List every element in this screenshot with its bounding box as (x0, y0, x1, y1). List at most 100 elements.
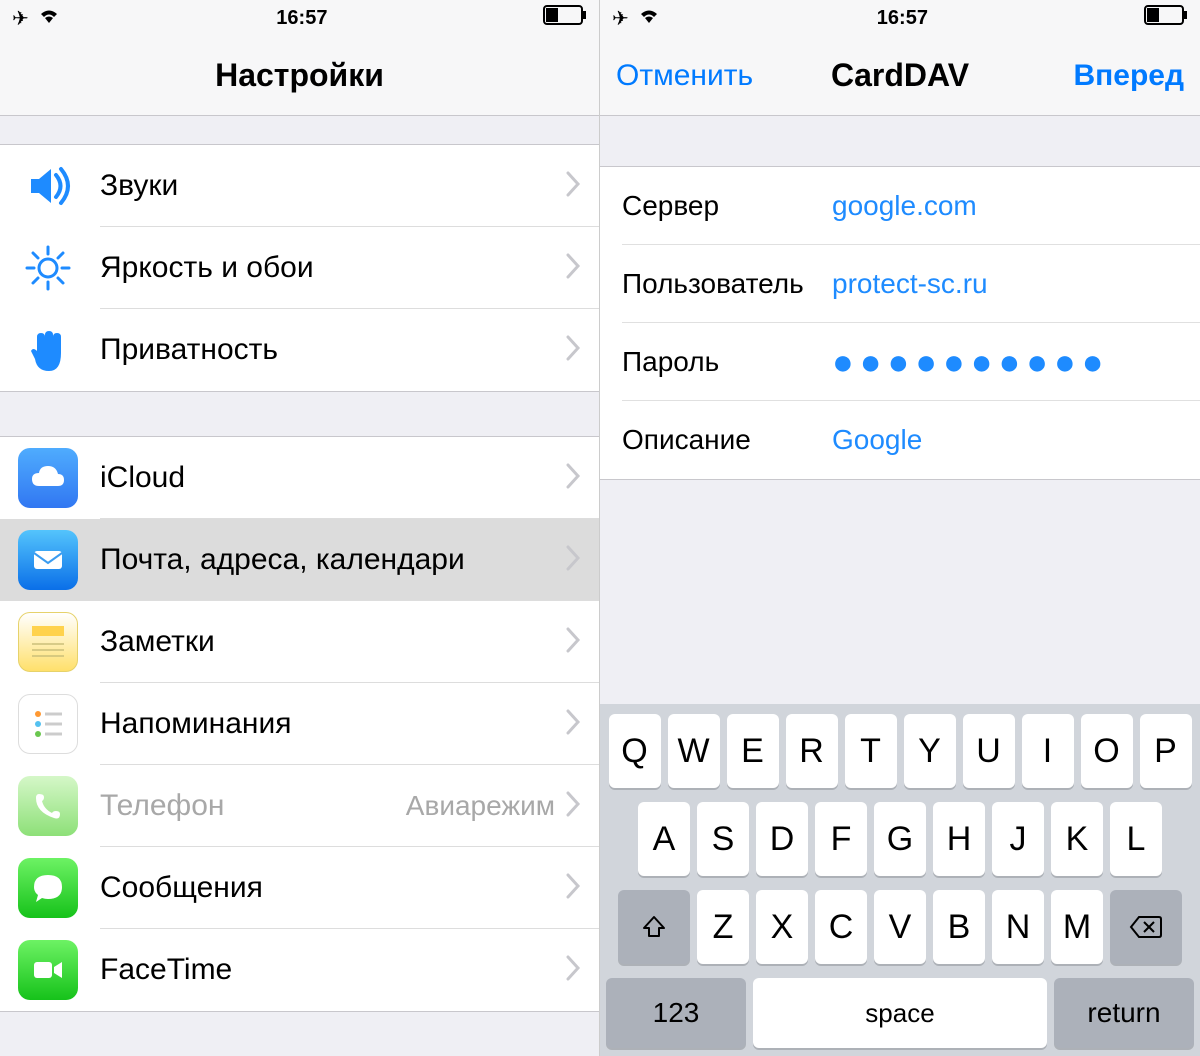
key-a[interactable]: A (638, 802, 690, 876)
key-p[interactable]: P (1140, 714, 1192, 788)
key-u[interactable]: U (963, 714, 1015, 788)
key-l[interactable]: L (1110, 802, 1162, 876)
airplane-icon: ✈ (612, 6, 629, 31)
row-phone[interactable]: Телефон Авиарежим (0, 765, 599, 847)
row-label: Заметки (100, 625, 565, 659)
key-j[interactable]: J (992, 802, 1044, 876)
wifi-icon (637, 6, 661, 30)
chevron-right-icon (565, 335, 581, 366)
facetime-icon (18, 940, 78, 1000)
key-t[interactable]: T (845, 714, 897, 788)
shift-icon (640, 913, 668, 941)
row-label: Телефон (100, 789, 406, 823)
notes-icon (18, 612, 78, 672)
carddav-form: Сервер google.com Пользователь protect-s… (600, 166, 1200, 480)
nav-title: Настройки (215, 57, 384, 94)
key-d[interactable]: D (756, 802, 808, 876)
chevron-right-icon (565, 171, 581, 202)
phone-icon (18, 776, 78, 836)
description-field[interactable]: Описание Google (600, 401, 1200, 479)
nav-bar: Настройки (0, 36, 599, 116)
keyboard-row-2: A S D F G H J K L (606, 802, 1194, 876)
settings-group-1: Звуки Яркость и обои Приватность (0, 144, 599, 392)
key-s[interactable]: S (697, 802, 749, 876)
settings-group-2: iCloud Почта, адреса, календари Заметки (0, 436, 599, 1012)
keyboard: Q W E R T Y U I O P A S D F G H J K L (600, 704, 1200, 1056)
hand-icon (18, 320, 78, 380)
battery-icon (543, 5, 587, 31)
chevron-right-icon (565, 253, 581, 284)
password-field[interactable]: Пароль ●●●●●●●●●● (600, 323, 1200, 401)
row-label: FaceTime (100, 953, 565, 987)
key-h[interactable]: H (933, 802, 985, 876)
key-m[interactable]: M (1051, 890, 1103, 964)
messages-icon (18, 858, 78, 918)
row-label: Звуки (100, 169, 565, 203)
row-reminders[interactable]: Напоминания (0, 683, 599, 765)
key-space[interactable]: space (753, 978, 1047, 1048)
key-q[interactable]: Q (609, 714, 661, 788)
row-sounds[interactable]: Звуки (0, 145, 599, 227)
row-label: Напоминания (100, 707, 565, 741)
reminders-icon (18, 694, 78, 754)
row-brightness[interactable]: Яркость и обои (0, 227, 599, 309)
airplane-icon: ✈ (12, 6, 29, 31)
row-icloud[interactable]: iCloud (0, 437, 599, 519)
key-v[interactable]: V (874, 890, 926, 964)
field-value: ●●●●●●●●●● (832, 344, 1109, 380)
key-b[interactable]: B (933, 890, 985, 964)
battery-icon (1144, 5, 1188, 31)
chevron-right-icon (565, 545, 581, 576)
chevron-right-icon (565, 463, 581, 494)
row-facetime[interactable]: FaceTime (0, 929, 599, 1011)
status-time: 16:57 (276, 7, 327, 30)
key-r[interactable]: R (786, 714, 838, 788)
mail-icon (18, 530, 78, 590)
field-label: Пользователь (622, 268, 832, 300)
row-notes[interactable]: Заметки (0, 601, 599, 683)
key-z[interactable]: Z (697, 890, 749, 964)
key-123[interactable]: 123 (606, 978, 746, 1048)
row-messages[interactable]: Сообщения (0, 847, 599, 929)
key-w[interactable]: W (668, 714, 720, 788)
field-label: Сервер (622, 190, 832, 222)
row-privacy[interactable]: Приватность (0, 309, 599, 391)
chevron-right-icon (565, 791, 581, 822)
server-field[interactable]: Сервер google.com (600, 167, 1200, 245)
key-i[interactable]: I (1022, 714, 1074, 788)
phone-settings: ✈ 16:57 Настройки Звуки (0, 0, 600, 1056)
status-bar: ✈ 16:57 (0, 0, 599, 36)
keyboard-row-4: 123 space return (606, 978, 1194, 1048)
key-f[interactable]: F (815, 802, 867, 876)
next-button[interactable]: Вперед (1073, 59, 1184, 93)
key-x[interactable]: X (756, 890, 808, 964)
key-c[interactable]: C (815, 890, 867, 964)
key-return[interactable]: return (1054, 978, 1194, 1048)
cancel-button[interactable]: Отменить (616, 59, 753, 93)
row-label: Почта, адреса, календари (100, 543, 565, 577)
key-y[interactable]: Y (904, 714, 956, 788)
key-backspace[interactable] (1110, 890, 1182, 964)
key-o[interactable]: O (1081, 714, 1133, 788)
backspace-icon (1129, 915, 1163, 939)
key-shift[interactable] (618, 890, 690, 964)
speaker-icon (18, 156, 78, 216)
row-label: Приватность (100, 333, 565, 367)
key-g[interactable]: G (874, 802, 926, 876)
chevron-right-icon (565, 873, 581, 904)
keyboard-row-3: Z X C V B N M (606, 890, 1194, 964)
brightness-icon (18, 238, 78, 298)
key-k[interactable]: K (1051, 802, 1103, 876)
field-label: Описание (622, 424, 832, 456)
row-mail[interactable]: Почта, адреса, календари (0, 519, 599, 601)
keyboard-row-1: Q W E R T Y U I O P (606, 714, 1194, 788)
user-field[interactable]: Пользователь protect-sc.ru (600, 245, 1200, 323)
key-e[interactable]: E (727, 714, 779, 788)
status-bar: ✈ 16:57 (600, 0, 1200, 36)
row-label: iCloud (100, 461, 565, 495)
icloud-icon (18, 448, 78, 508)
chevron-right-icon (565, 627, 581, 658)
field-value: protect-sc.ru (832, 268, 988, 300)
key-n[interactable]: N (992, 890, 1044, 964)
row-label: Яркость и обои (100, 251, 565, 285)
